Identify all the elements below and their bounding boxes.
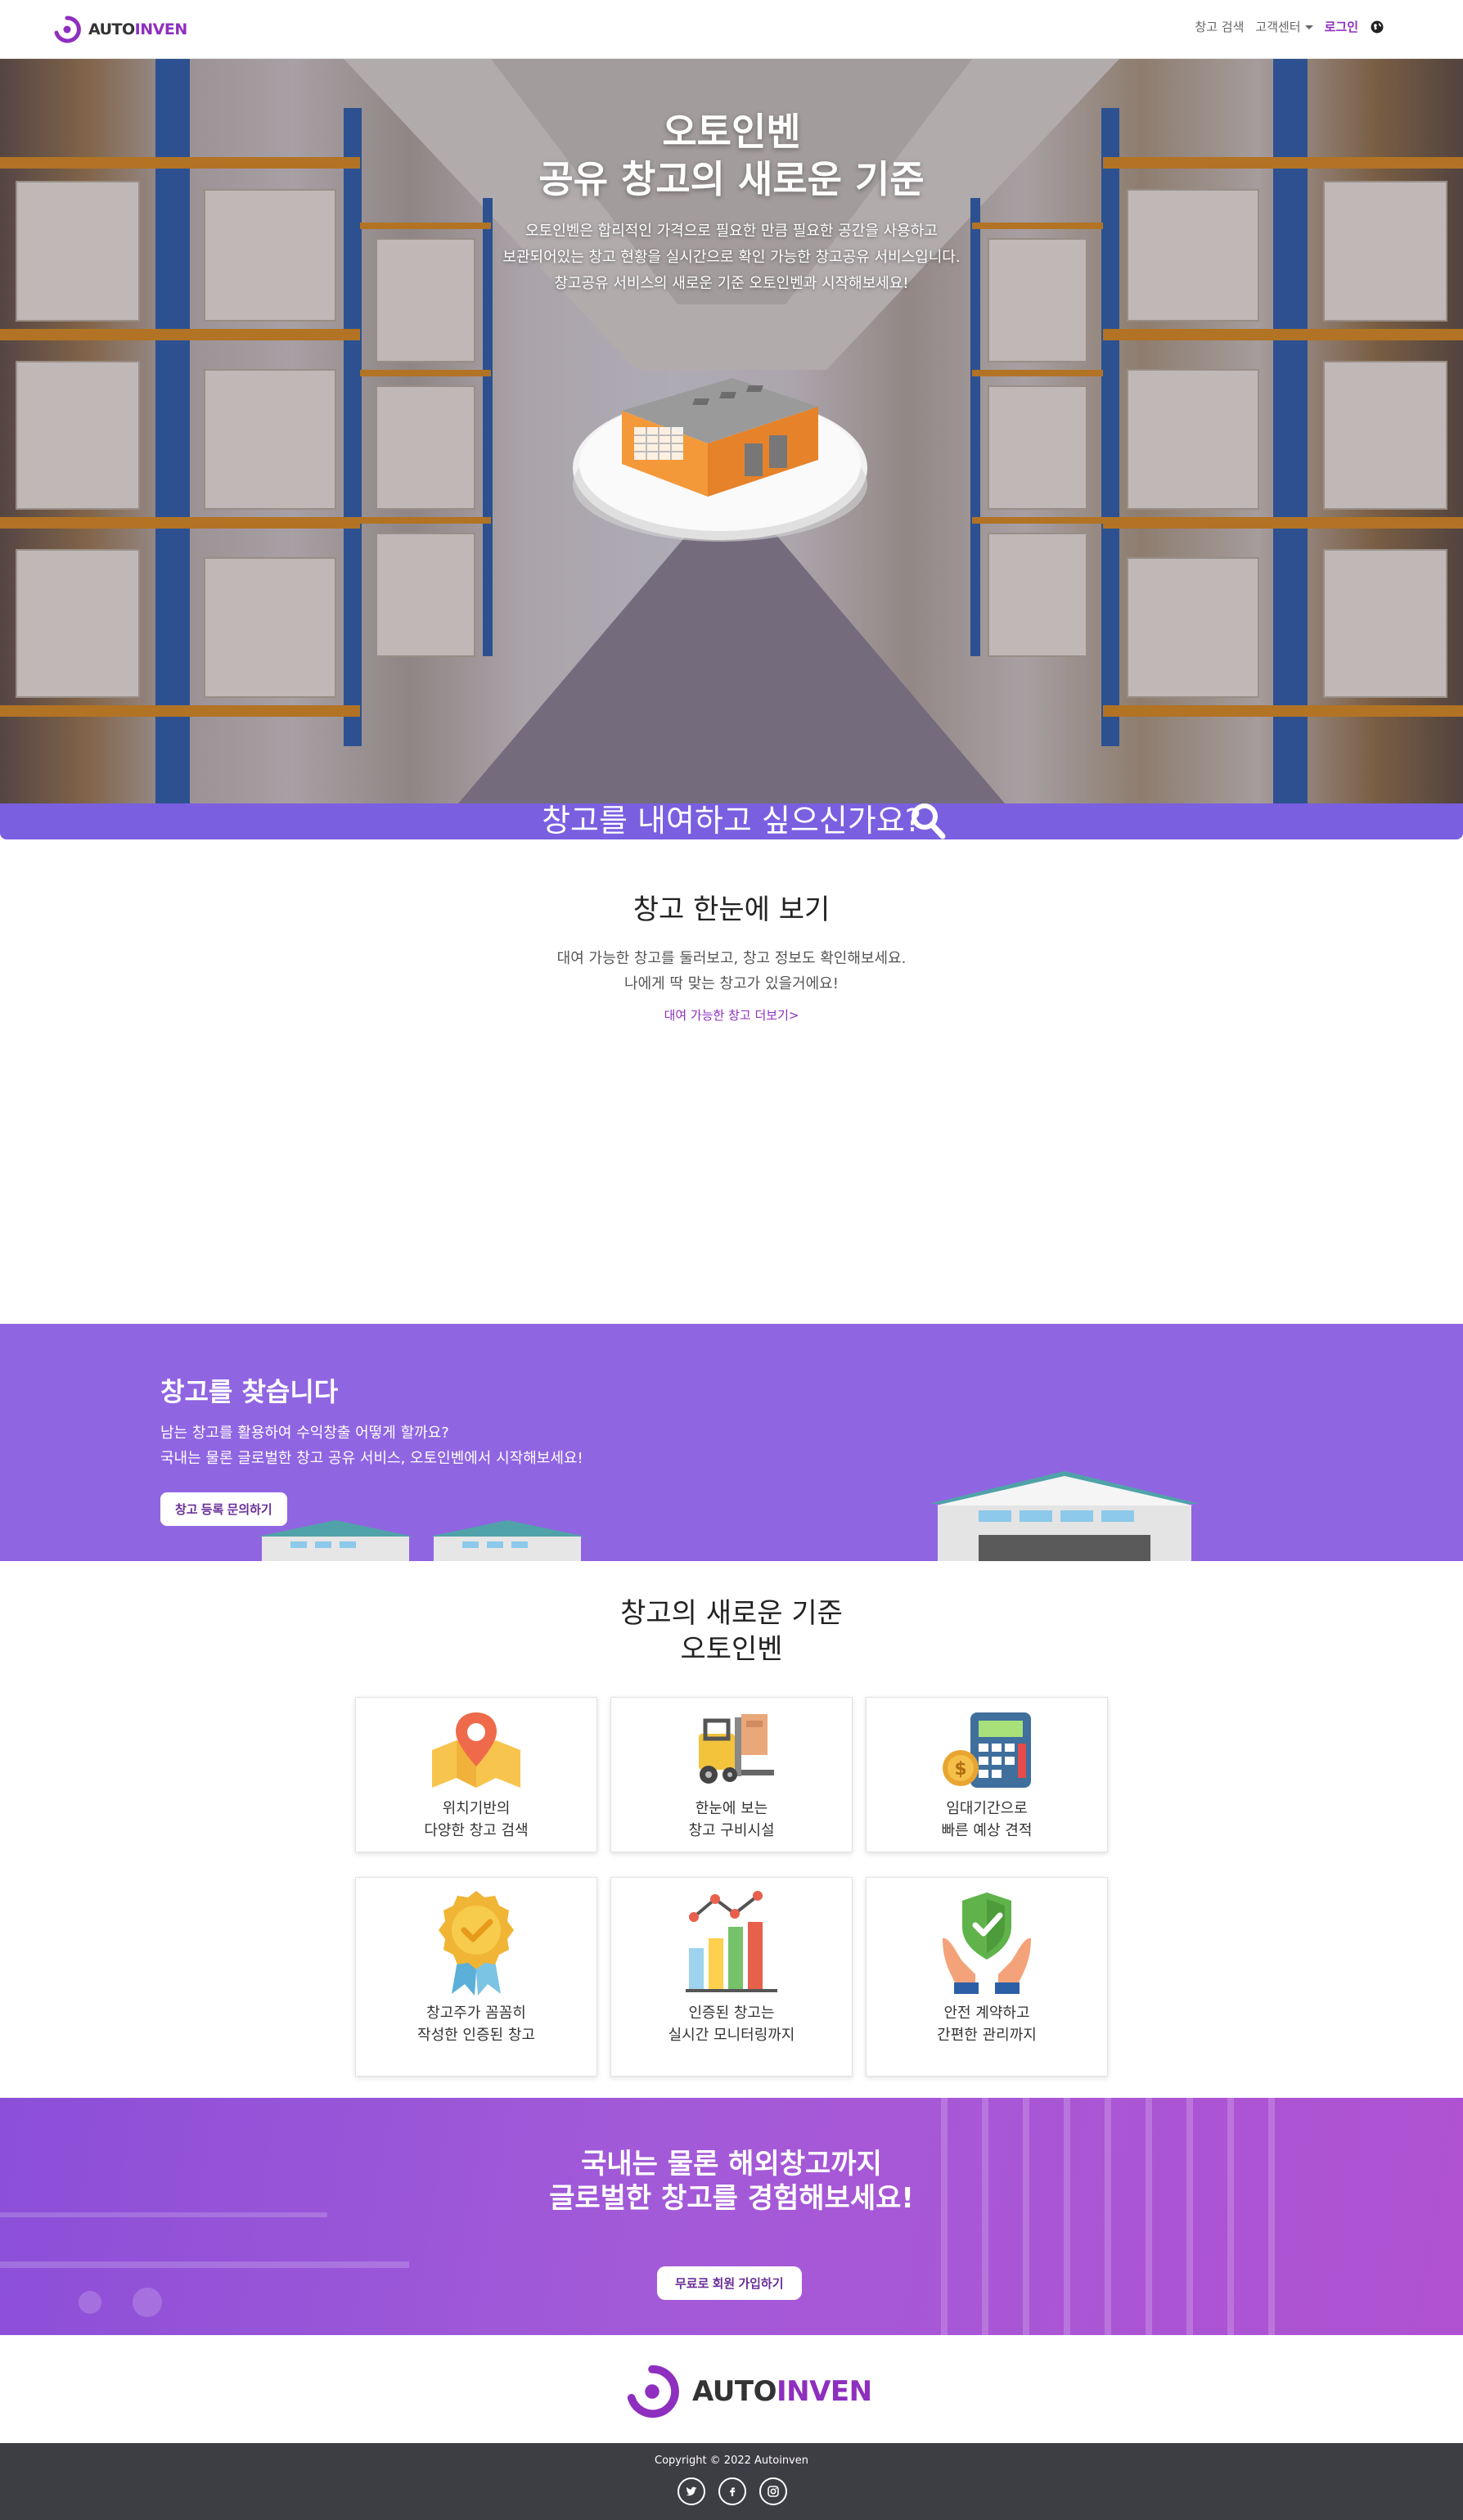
footer-bar: Copyright © 2022 Autoinven	[0, 2443, 1463, 2520]
hero-description: 오토인벤은 합리적인 가격으로 필요한 만큼 필요한 공간을 사용하고 보관되어…	[0, 218, 1463, 297]
hero-desc-line1: 오토인벤은 합리적인 가격으로 필요한 만큼 필요한 공간을 사용하고	[525, 223, 938, 240]
chevron-down-icon	[1304, 25, 1313, 29]
twitter-icon[interactable]	[677, 2477, 705, 2505]
hero-title: 오토인벤 공유 창고의 새로운 기준	[0, 108, 1463, 203]
map-pin-icon	[432, 1712, 520, 1788]
cta-title: 국내는 물론 해외창고까지 글로벌한 창고를 경험해보세요!	[0, 2147, 1463, 2216]
nav-customer-center[interactable]: 고객센터	[1255, 18, 1313, 35]
calculator-icon: $	[943, 1712, 1031, 1788]
find-title: 창고를 찾습니다	[160, 1376, 339, 1407]
badge-icon	[439, 1891, 514, 1996]
instagram-icon[interactable]	[759, 2477, 787, 2505]
feature-card-estimate: $ 임대기간으로 빠른 예상 견적	[866, 1697, 1108, 1852]
banner-text: 창고를 내여하고 싶으신가요?	[542, 803, 921, 839]
brand-name: AUTOINVEN	[88, 20, 187, 38]
feature-card-location-search: 위치기반의 다양한 창고 검색	[355, 1697, 597, 1852]
small-warehouse-illustration	[258, 1520, 585, 1561]
overview-desc-line2: 나에게 딱 맞는 창고가 있을거에요!	[624, 975, 839, 992]
overview-desc-line1: 대여 가능한 창고를 둘러보고, 창고 정보도 확인해보세요.	[556, 950, 907, 967]
find-desc-line2: 국내는 물론 글로벌한 창고 공유 서비스, 오토인벤에서 시작해보세요!	[160, 1450, 583, 1467]
brand-logo-icon	[627, 2365, 679, 2419]
find-description: 남는 창고를 활용하여 수익창출 어떻게 할까요? 국내는 물론 글로벌한 창고…	[160, 1420, 583, 1471]
overview-title: 창고 한눈에 보기	[632, 893, 831, 926]
feature-label: 안전 계약하고 간편한 관리까지	[937, 2005, 1037, 2044]
nav-login[interactable]: 로그인	[1325, 18, 1358, 35]
features-title: 창고의 새로운 기준 오토인벤	[0, 1595, 1463, 1667]
feature-card-certified: 창고주가 꼼꼼히 작성한 인증된 창고	[355, 1877, 597, 2077]
features-title-line2: 오토인벤	[680, 1633, 783, 1666]
footer-brand-logo[interactable]: AUTOINVEN	[623, 2363, 872, 2420]
more-warehouses-link[interactable]: 대여 가능한 창고 더보기>	[0, 1006, 1463, 1024]
footer-brand-name: AUTOINVEN	[692, 2375, 872, 2408]
features-title-line1: 창고의 새로운 기준	[620, 1597, 843, 1630]
svg-text:$: $	[954, 1759, 966, 1780]
cta-title-line2: 글로벌한 창고를 경험해보세요!	[549, 2182, 914, 2215]
large-warehouse-illustration	[930, 1471, 1200, 1561]
overview-description: 대여 가능한 창고를 둘러보고, 창고 정보도 확인해보세요. 나에게 딱 맞는…	[0, 946, 1463, 997]
hero-desc-line2: 보관되어있는 창고 현황을 실시간으로 확인 가능한 창고공유 서비스입니다.	[502, 249, 961, 266]
forklift-icon	[699, 1714, 774, 1784]
brand-logo-link[interactable]: AUTOINVEN	[52, 13, 187, 46]
feature-label: 한눈에 보는 창고 구비시설	[688, 1800, 775, 1839]
hero-section: 오토인벤 공유 창고의 새로운 기준 오토인벤은 합리적인 가격으로 필요한 만…	[0, 59, 1463, 803]
shield-hands-icon	[943, 1892, 1031, 1994]
facebook-icon[interactable]	[718, 2477, 746, 2505]
signup-cta-section: 국내는 물론 해외창고까지 글로벌한 창고를 경험해보세요! 무료로 회원 가입…	[0, 2098, 1463, 2335]
feature-card-contract: 안전 계약하고 간편한 관리까지	[866, 1877, 1108, 2077]
find-desc-line1: 남는 창고를 활용하여 수익창출 어떻게 할까요?	[160, 1424, 449, 1442]
find-warehouse-section: 창고를 찾습니다 남는 창고를 활용하여 수익창출 어떻게 할까요? 국내는 물…	[0, 1324, 1463, 1561]
feature-label: 임대기간으로 빠른 예상 견적	[941, 1800, 1033, 1839]
more-warehouses-link-text[interactable]: 대여 가능한 창고 더보기>	[664, 1008, 799, 1023]
hero-title-line2: 공유 창고의 새로운 기준	[538, 157, 925, 201]
nav-warehouse-search[interactable]: 창고 검색	[1195, 18, 1244, 35]
copyright-text: Copyright © 2022 Autoinven	[655, 2455, 808, 2467]
bar-chart-icon	[686, 1891, 777, 1992]
warehouse-illustration	[573, 378, 867, 542]
warehouse-rent-banner[interactable]: 창고를 내여하고 싶으신가요?	[0, 803, 1463, 839]
globe-icon[interactable]	[1370, 20, 1384, 34]
feature-card-facilities: 한눈에 보는 창고 구비시설	[610, 1697, 853, 1852]
search-icon[interactable]	[908, 803, 948, 839]
free-signup-button[interactable]: 무료로 회원 가입하기	[657, 2266, 802, 2300]
social-links	[677, 2477, 787, 2505]
nav-customer-center-label: 고객센터	[1255, 20, 1301, 34]
hero-desc-line3: 창고공유 서비스의 새로운 기준 오토인벤과 시작해보세요!	[554, 275, 909, 292]
feature-label: 위치기반의 다양한 창고 검색	[424, 1800, 529, 1839]
top-navbar: AUTOINVEN 창고 검색 고객센터 로그인	[0, 0, 1463, 59]
hero-title-line1: 오토인벤	[662, 110, 801, 154]
brand-logo-icon	[52, 15, 82, 44]
feature-card-monitoring: 인증된 창고는 실시간 모니터링까지	[610, 1877, 853, 2077]
feature-label: 창고주가 꼼꼼히 작성한 인증된 창고	[417, 2005, 535, 2044]
nav-links: 창고 검색 고객센터 로그인	[1195, 18, 1384, 35]
feature-label: 인증된 창고는 실시간 모니터링까지	[668, 2005, 795, 2044]
cta-title-line1: 국내는 물론 해외창고까지	[581, 2148, 882, 2180]
